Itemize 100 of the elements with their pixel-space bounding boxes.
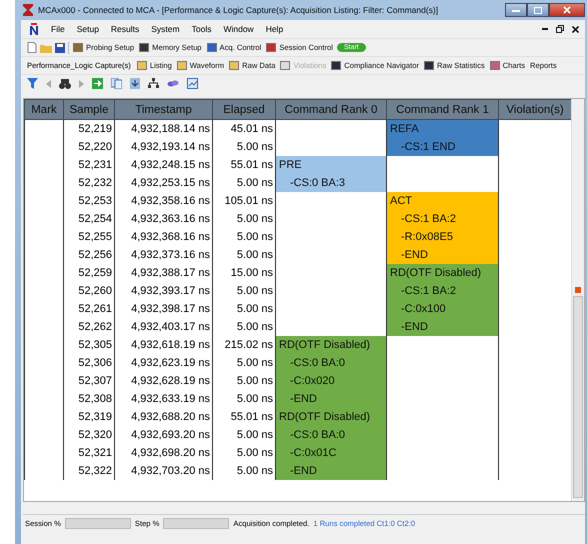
table-cell: 4,932,633.19 ns [114,390,212,408]
command-cell: RD(OTF Disabled) [276,408,386,426]
pages-icon[interactable] [111,78,122,89]
window-title: MCAx000 - Connected to MCA - [Performance & Logic Capture(s): Acquisition Listing: Filter: Command(s)] [38,5,438,15]
table-cell: 4,932,253.15 ns [114,174,212,192]
table-cell: 52,322 [64,462,114,480]
table-cell: 52,307 [64,372,114,390]
maximize-button[interactable] [527,3,549,17]
trigger-marker-icon [575,287,581,293]
table-cell: 4,932,623.19 ns [114,354,212,372]
close-button[interactable] [549,3,585,17]
menu-item[interactable]: System [151,24,180,34]
table-cell: 4,932,618.19 ns [114,336,212,354]
table-cell: 52,261 [64,300,114,318]
column-header[interactable]: Command Rank 0 [276,100,386,120]
table-cell: 52,260 [64,282,114,300]
table-cell: 52,256 [64,246,114,264]
close-icon[interactable] [572,26,579,32]
command-cell: -C:0x100 [386,300,498,318]
minimize-button[interactable] [505,3,527,17]
table-cell: 4,932,373.16 ns [114,246,212,264]
table-cell: 5.00 ns [212,300,276,318]
command-cell: -END [276,462,386,480]
table-cell: 5.00 ns [212,210,276,228]
table-cell: 4,932,688.20 ns [114,408,212,426]
command-cell: -END [276,390,386,408]
table-cell: 4,932,398.17 ns [114,300,212,318]
table-cell: 52,254 [64,210,114,228]
new-file-icon[interactable] [27,42,37,53]
table-cell: 52,220 [64,138,114,156]
command-cell: REFA [386,120,498,138]
table-cell: 4,932,403.17 ns [114,318,212,336]
minimize-icon [512,8,520,12]
restore-icon[interactable] [556,25,564,33]
column-header[interactable]: Violation(s) [498,100,571,120]
table-cell: 52,255 [64,228,114,246]
table-cell: 105.01 ns [212,192,276,210]
table-cell: 52,253 [64,192,114,210]
table-cell: 5.00 ns [212,246,276,264]
download-icon[interactable] [130,78,140,89]
go-icon[interactable] [92,78,103,89]
command-cell: PRE [276,156,386,174]
filter-icon[interactable] [27,78,38,89]
table-cell: 4,932,368.16 ns [114,228,212,246]
maximize-icon [534,6,542,14]
table-cell: 52,306 [64,354,114,372]
column-header[interactable]: Command Rank 1 [386,100,498,120]
save-icon[interactable] [55,42,65,52]
command-cell: -CS:0 BA:0 [276,426,386,444]
table-cell: 52,259 [64,264,114,282]
network-icon[interactable] [148,78,159,89]
table-cell: 4,932,703.20 ns [114,462,212,480]
menu-item[interactable]: Tools [192,24,212,34]
table-cell: 5.00 ns [212,318,276,336]
table-cell: 52,219 [64,120,114,138]
column-header[interactable]: Timestamp [114,100,212,120]
command-cell: -END [386,318,498,336]
vertical-scrollbar[interactable] [571,99,584,501]
command-cell: -CS:1 END [386,138,498,156]
chart-icon[interactable] [187,78,198,89]
command-cell: RD(OTF Disabled) [386,264,498,282]
menu-item[interactable]: Setup [76,24,99,34]
table-cell: 4,932,628.19 ns [114,372,212,390]
command-cell: -END [386,246,498,264]
column-header[interactable]: Elapsed [212,100,276,120]
command-cell: -R:0x08E5 [386,228,498,246]
close-icon [563,6,571,14]
table-cell: 4,932,388.17 ns [114,264,212,282]
table-cell: 45.01 ns [212,120,276,138]
column-header[interactable]: Sample [64,100,114,120]
column-header[interactable]: Mark [24,100,64,120]
table-cell: 4,932,698.20 ns [114,444,212,462]
table-cell: 4,932,393.17 ns [114,282,212,300]
table-cell: 5.00 ns [212,138,276,156]
binoculars-icon[interactable] [59,78,71,88]
hourglass-icon [23,4,33,16]
menu-item[interactable]: Help [266,24,284,34]
logo-icon [29,23,39,35]
table-cell: 52,231 [64,156,114,174]
menu-item[interactable]: File [51,24,65,34]
command-cell: -C:0x01C [276,444,386,462]
menu-item[interactable]: Window [223,24,254,34]
table-cell: 52,320 [64,426,114,444]
command-cell: -CS:1 BA:2 [386,282,498,300]
scroll-thumb[interactable] [573,296,583,498]
table-cell: 15.00 ns [212,264,276,282]
menu-item[interactable]: Results [110,24,140,34]
command-cell: RD(OTF Disabled) [276,336,386,354]
table-cell: 52,232 [64,174,114,192]
table-cell: 52,262 [64,318,114,336]
table-cell: 4,932,363.16 ns [114,210,212,228]
command-cell: -CS:0 BA:0 [276,354,386,372]
command-cell: -C:0x020 [276,372,386,390]
table-cell: 52,319 [64,408,114,426]
table-cell: 5.00 ns [212,228,276,246]
table-cell: 52,305 [64,336,114,354]
table-cell: 4,932,358.16 ns [114,192,212,210]
table-cell: 4,932,193.14 ns [114,138,212,156]
command-cell: ACT [386,192,498,210]
table-cell: 4,932,693.20 ns [114,426,212,444]
